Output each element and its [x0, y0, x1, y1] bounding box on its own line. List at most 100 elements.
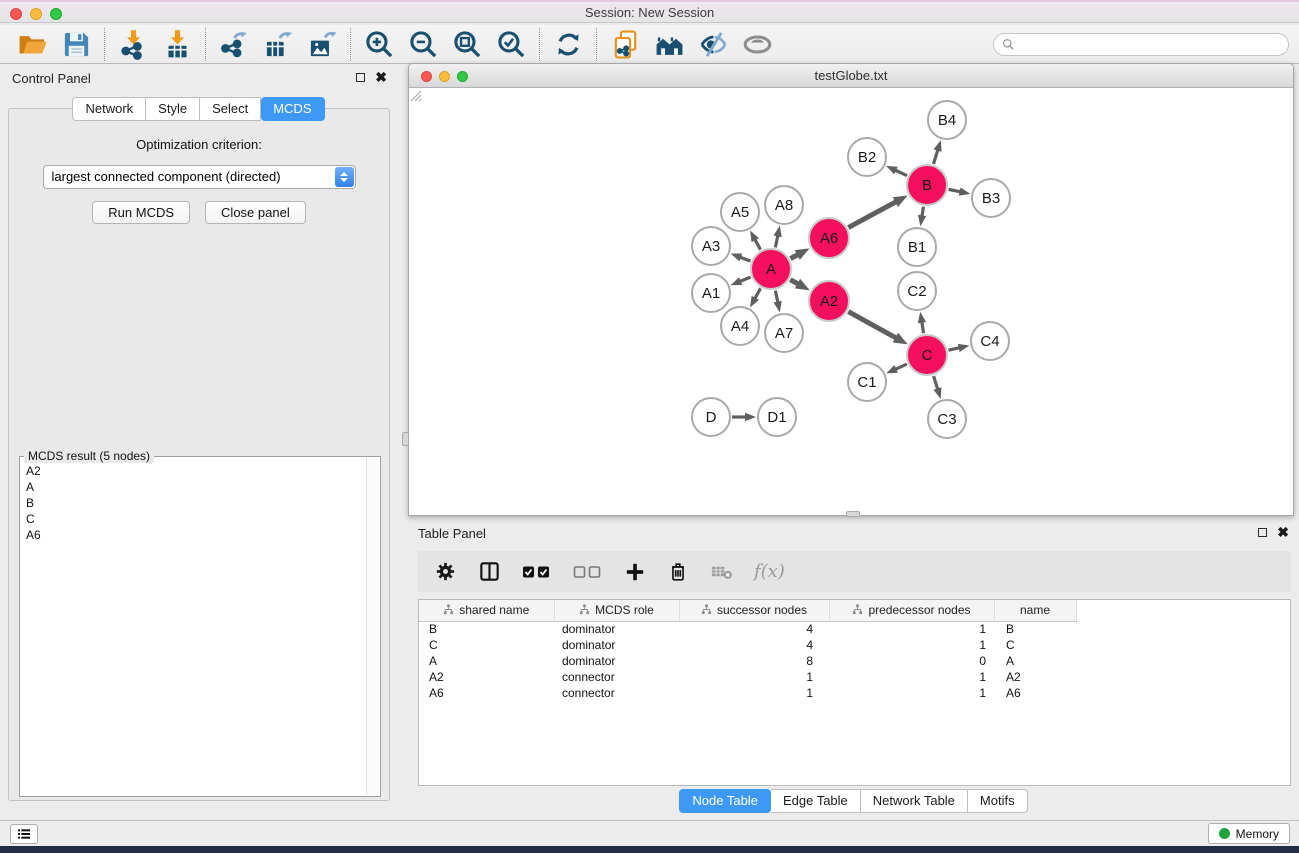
table-row[interactable]: Adominator80A [419, 653, 1290, 669]
export-table-button[interactable] [256, 26, 300, 63]
graph-node-A2[interactable]: A2 [809, 281, 849, 321]
network-maximize-button[interactable] [457, 71, 468, 82]
splitter-handle-bottom[interactable] [846, 511, 860, 517]
table-cell[interactable]: 4 [679, 621, 829, 637]
import-table-button[interactable] [155, 26, 199, 63]
graph-node-C3[interactable]: C3 [928, 400, 966, 438]
graph-edge-B-B2[interactable] [886, 166, 907, 176]
graph-edge-B-B1[interactable] [918, 207, 926, 227]
table-row[interactable]: A2connector11A2 [419, 669, 1290, 685]
optimization-criterion-select[interactable]: largest connected component (directed) [43, 165, 356, 189]
mcds-result-item[interactable]: A [26, 479, 360, 495]
graph-edge-A-A5[interactable] [750, 230, 760, 249]
table-cell[interactable]: 1 [679, 685, 829, 701]
graph-node-A6[interactable]: A6 [809, 218, 849, 258]
run-mcds-button[interactable]: Run MCDS [92, 201, 190, 224]
table-cell[interactable]: A [419, 653, 554, 669]
tab-select[interactable]: Select [200, 97, 261, 121]
graph-edge-A-A7[interactable] [774, 291, 782, 313]
table-cell[interactable]: A2 [419, 669, 554, 685]
save-session-button[interactable] [54, 26, 98, 63]
graph-edge-A-A4[interactable] [750, 288, 760, 307]
table-cell[interactable]: 1 [679, 669, 829, 685]
table-cell[interactable]: dominator [554, 637, 679, 653]
table-cell[interactable]: 1 [829, 637, 994, 653]
column-header-shared-name[interactable]: shared name [419, 600, 554, 621]
graph-edge-A-A2[interactable] [790, 279, 809, 291]
tab-edge-table[interactable]: Edge Table [771, 789, 861, 813]
graph-edge-A-A1[interactable] [730, 277, 750, 285]
network-overview-button[interactable] [735, 26, 779, 63]
table-cell[interactable]: connector [554, 669, 679, 685]
result-scrollbar[interactable] [366, 458, 379, 795]
close-window-button[interactable] [10, 8, 22, 20]
delete-table-button[interactable] [710, 560, 733, 583]
tab-node-table[interactable]: Node Table [679, 789, 771, 813]
graph-node-B2[interactable]: B2 [848, 138, 886, 176]
mcds-result-item[interactable]: B [26, 495, 360, 511]
graph-edge-B-B4[interactable] [933, 140, 941, 164]
table-cell[interactable]: B [419, 621, 554, 637]
graph-node-C1[interactable]: C1 [848, 363, 886, 401]
maximize-window-button[interactable] [50, 8, 62, 20]
graph-node-C4[interactable]: C4 [971, 322, 1009, 360]
table-row[interactable]: Bdominator41B [419, 621, 1290, 637]
import-network-button[interactable] [111, 26, 155, 63]
graph-node-B[interactable]: B [907, 165, 947, 205]
table-cell[interactable]: 4 [679, 637, 829, 653]
table-cell[interactable]: dominator [554, 621, 679, 637]
column-header-name[interactable]: name [994, 600, 1076, 621]
network-minimize-button[interactable] [439, 71, 450, 82]
float-table-panel-icon[interactable] [1258, 528, 1267, 537]
float-panel-icon[interactable] [356, 73, 365, 82]
table-cell[interactable]: 8 [679, 653, 829, 669]
close-panel-button[interactable]: Close panel [205, 201, 306, 224]
table-cell[interactable]: C [994, 637, 1076, 653]
graph-node-A5[interactable]: A5 [721, 193, 759, 231]
network-canvas[interactable]: B4B2BB3A8A5A6A3B1AA1C2A2A4A7C4CC1DD1C3 [409, 89, 1293, 515]
table-cell[interactable]: connector [554, 685, 679, 701]
mcds-result-item[interactable]: A2 [26, 463, 360, 479]
delete-column-button[interactable] [667, 561, 689, 583]
show-columns-button[interactable] [478, 560, 501, 583]
graph-node-C[interactable]: C [907, 335, 947, 375]
resize-grip-icon[interactable] [409, 89, 422, 102]
graph-edge-C-C2[interactable] [918, 312, 926, 334]
column-header-mcds-role[interactable]: MCDS role [554, 600, 679, 621]
zoom-in-button[interactable] [357, 26, 401, 63]
graph-node-C2[interactable]: C2 [898, 272, 936, 310]
function-builder-button[interactable]: f(x) [754, 561, 785, 582]
graph-node-B4[interactable]: B4 [928, 101, 966, 139]
add-column-button[interactable] [624, 561, 646, 583]
table-cell[interactable]: dominator [554, 653, 679, 669]
zoom-selected-button[interactable] [489, 26, 533, 63]
graph-edge-A-A3[interactable] [731, 254, 751, 262]
graph-edge-C-C3[interactable] [933, 376, 941, 399]
tab-network-table[interactable]: Network Table [861, 789, 968, 813]
table-cell[interactable]: B [994, 621, 1076, 637]
graph-node-A7[interactable]: A7 [765, 314, 803, 352]
table-cell[interactable]: A6 [419, 685, 554, 701]
hide-graphics-details-button[interactable] [691, 26, 735, 63]
search-box[interactable] [993, 33, 1289, 56]
graph-edge-A-A8[interactable] [774, 226, 782, 248]
network-window-titlebar[interactable]: testGlobe.txt [409, 64, 1293, 88]
refresh-layout-button[interactable] [546, 26, 590, 63]
splitter-handle-left[interactable] [402, 432, 409, 446]
task-history-button[interactable] [10, 824, 38, 844]
open-session-button[interactable] [10, 26, 54, 63]
table-cell[interactable]: A6 [994, 685, 1076, 701]
tab-network[interactable]: Network [72, 97, 146, 121]
mcds-result-item[interactable]: A6 [26, 527, 360, 543]
table-settings-button[interactable] [434, 560, 457, 583]
graph-node-A8[interactable]: A8 [765, 186, 803, 224]
table-cell[interactable]: 1 [829, 621, 994, 637]
graph-edge-A2-C[interactable] [848, 312, 907, 345]
table-cell[interactable]: A2 [994, 669, 1076, 685]
zoom-fit-button[interactable] [445, 26, 489, 63]
column-header-successor-nodes[interactable]: successor nodes [679, 600, 829, 621]
graph-edge-B-B3[interactable] [949, 188, 971, 196]
graph-node-B3[interactable]: B3 [972, 179, 1010, 217]
table-row[interactable]: A6connector11A6 [419, 685, 1290, 701]
graph-edge-D-D1[interactable] [732, 413, 756, 421]
